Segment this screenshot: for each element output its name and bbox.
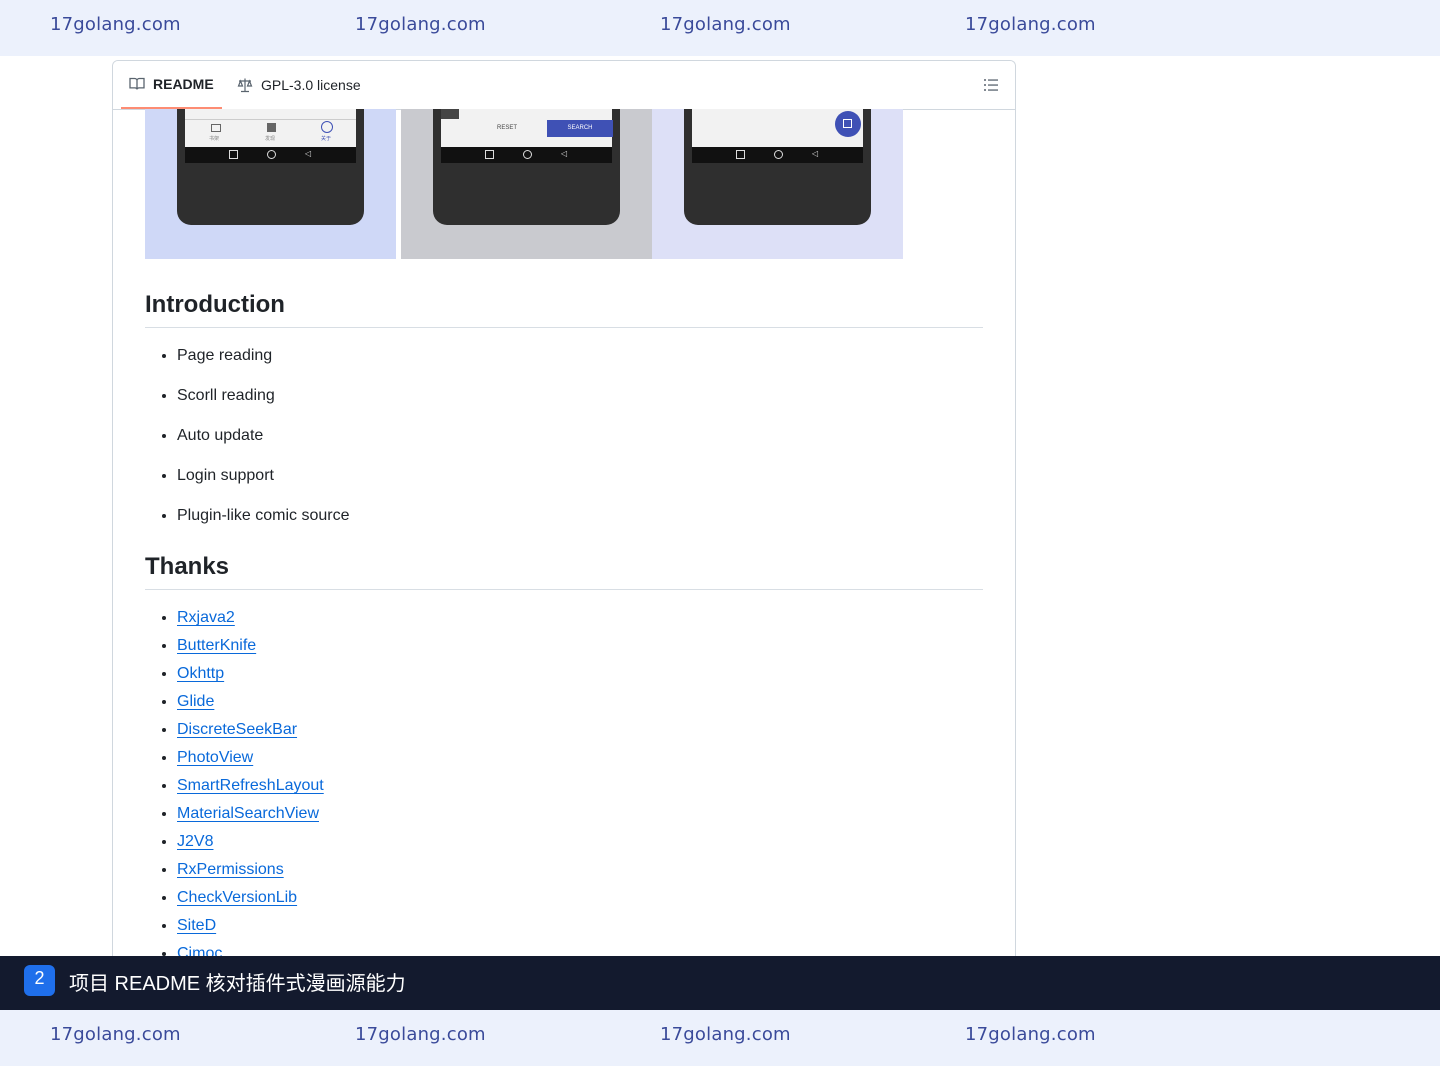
list-item: PhotoView (177, 747, 324, 775)
app-screenshot-detail: ◁ (652, 109, 903, 259)
list-item: ButterKnife (177, 635, 324, 663)
app-screenshots: 书架 发现 关于 ◁ RESET SEARCH ◁ ◁ (145, 109, 905, 259)
readme-panel: README GPL-3.0 license 书架 发现 关于 ◁ RESET … (112, 60, 1016, 957)
introduction-list: Page reading Scorll reading Auto update … (145, 345, 350, 545)
link-j2v8[interactable]: J2V8 (177, 833, 213, 850)
app-screenshot-search: RESET SEARCH ◁ (401, 109, 652, 259)
tab-readme[interactable]: README (121, 61, 222, 109)
info-icon (321, 121, 333, 133)
list-item: MaterialSearchView (177, 803, 324, 831)
circle-icon (267, 150, 276, 159)
phone-screen: RESET SEARCH (441, 109, 613, 147)
link-okhttp[interactable]: Okhttp (177, 665, 224, 682)
list-item: Glide (177, 691, 324, 719)
back-icon: ◁ (561, 149, 568, 158)
step-caption: 项目 README 核对插件式漫画源能力 (69, 973, 406, 995)
reset-label: RESET (497, 125, 518, 131)
link-checkversionlib[interactable]: CheckVersionLib (177, 889, 297, 906)
link-butterknife[interactable]: ButterKnife (177, 637, 256, 654)
list-item: DiscreteSeekBar (177, 719, 324, 747)
link-glide[interactable]: Glide (177, 693, 214, 710)
list-item: Scorll reading (177, 385, 350, 425)
watermark-text: 17golang.com (965, 14, 1096, 35)
thanks-list: Rxjava2 ButterKnife Okhttp Glide Discret… (145, 607, 324, 957)
link-smartrefreshlayout[interactable]: SmartRefreshLayout (177, 777, 324, 794)
list-item: Auto update (177, 425, 350, 465)
watermark-text: 17golang.com (355, 1024, 486, 1045)
link-rxjava2[interactable]: Rxjava2 (177, 609, 235, 626)
watermark-text: 17golang.com (660, 14, 791, 35)
list-item: RxPermissions (177, 859, 324, 887)
link-rxpermissions[interactable]: RxPermissions (177, 861, 284, 878)
link-materialsearchview[interactable]: MaterialSearchView (177, 805, 319, 822)
phone-navbar: ◁ (441, 147, 612, 163)
grid-icon (267, 123, 276, 132)
list-item: Page reading (177, 345, 350, 385)
heading-thanks: Thanks (145, 553, 983, 590)
list-item: Okhttp (177, 663, 324, 691)
list-item: Rxjava2 (177, 607, 324, 635)
circle-icon (774, 150, 783, 159)
phone-navbar: ◁ (692, 147, 863, 163)
bookshelf-icon (211, 124, 221, 132)
phone-frame: 书架 发现 关于 ◁ (177, 109, 364, 225)
list-item: Login support (177, 465, 350, 505)
tab-readme-label: README (153, 76, 214, 92)
scale-icon (237, 78, 253, 93)
watermark-text: 17golang.com (660, 1024, 791, 1045)
tab-license-label: GPL-3.0 license (261, 77, 361, 93)
heading-introduction: Introduction (145, 291, 983, 328)
square-icon (229, 150, 238, 159)
readme-tabbar: README GPL-3.0 license (113, 61, 1015, 110)
watermark-text: 17golang.com (965, 1024, 1096, 1045)
back-icon: ◁ (812, 149, 819, 158)
tab-label: 关于 (321, 136, 332, 142)
table-of-contents-button[interactable] (983, 77, 999, 93)
link-photoview[interactable]: PhotoView (177, 749, 253, 766)
list-item: SmartRefreshLayout (177, 775, 324, 803)
phone-frame: RESET SEARCH ◁ (433, 109, 620, 225)
phone-screen (692, 109, 863, 147)
circle-icon (523, 150, 532, 159)
search-label: SEARCH (547, 120, 613, 137)
phone-screen: 书架 发现 关于 (185, 109, 356, 147)
list-item: Cimoc (177, 943, 324, 957)
watermark-bar-top: 17golang.com 17golang.com 17golang.com 1… (0, 0, 1440, 56)
tab-label: 书架 (209, 136, 220, 142)
square-icon (736, 150, 745, 159)
list-item: J2V8 (177, 831, 324, 859)
phone-frame: ◁ (684, 109, 871, 225)
watermark-text: 17golang.com (50, 1024, 181, 1045)
book-icon (129, 77, 145, 90)
link-sited[interactable]: SiteD (177, 917, 216, 934)
square-icon (485, 150, 494, 159)
list-item: Plugin-like comic source (177, 505, 350, 545)
app-screenshot-bookshelf: 书架 发现 关于 ◁ (145, 109, 396, 259)
phone-navbar: ◁ (185, 147, 356, 163)
fab-open-icon (835, 111, 861, 137)
list-item: SiteD (177, 915, 324, 943)
step-badge: 2 (24, 965, 55, 996)
list-item: CheckVersionLib (177, 887, 324, 915)
tab-license[interactable]: GPL-3.0 license (235, 61, 363, 109)
list-icon (984, 79, 998, 91)
back-icon: ◁ (305, 149, 312, 158)
watermark-text: 17golang.com (355, 14, 486, 35)
watermark-bar-bottom: 17golang.com 17golang.com 17golang.com 1… (0, 1010, 1440, 1066)
step-caption-strip: 2 项目 README 核对插件式漫画源能力 (0, 956, 1440, 1010)
tab-label: 发现 (265, 136, 276, 142)
link-discreteseekbar[interactable]: DiscreteSeekBar (177, 721, 297, 738)
watermark-text: 17golang.com (50, 14, 181, 35)
